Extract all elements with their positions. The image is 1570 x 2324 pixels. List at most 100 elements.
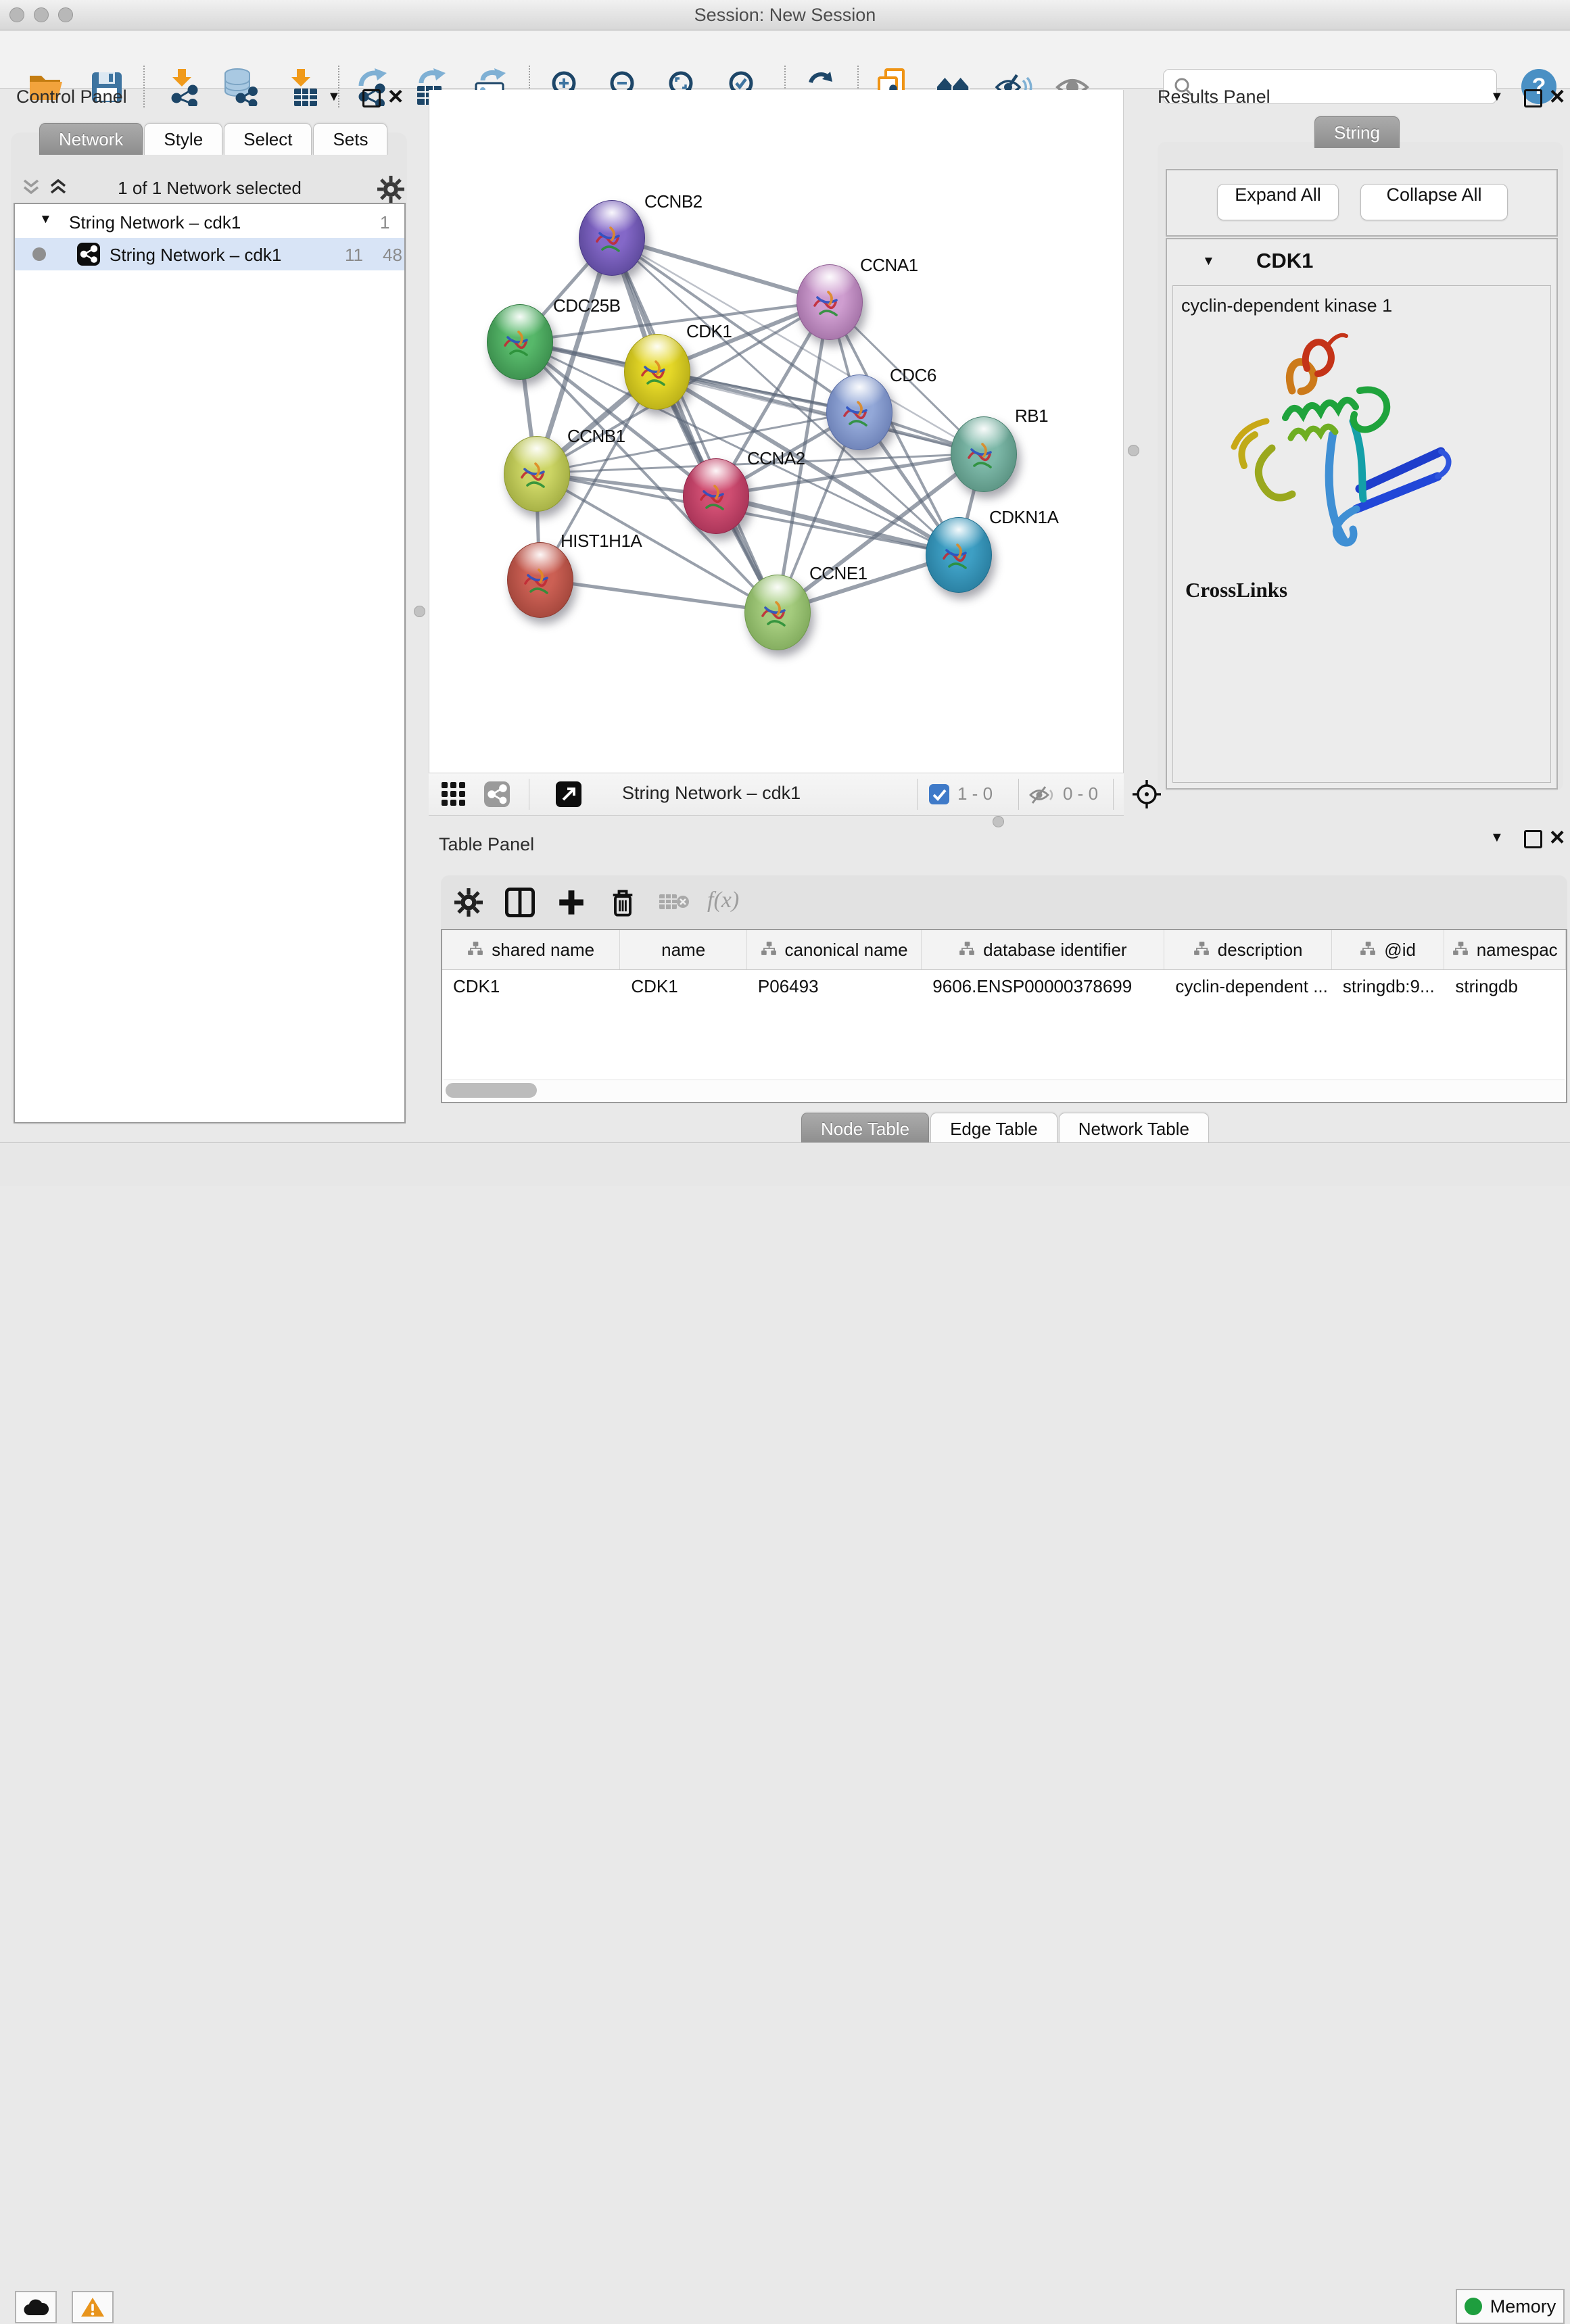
network-label: String Network – cdk1 [110, 245, 281, 266]
column-type-icon [1193, 940, 1210, 961]
column-header--id[interactable]: @id [1332, 930, 1445, 969]
memory-label: Memory [1490, 2296, 1556, 2317]
grid-view-icon[interactable] [441, 781, 467, 807]
delete-table-icon[interactable] [657, 886, 691, 919]
left-splitter-handle[interactable] [414, 606, 425, 617]
tab-style[interactable]: Style [144, 123, 222, 155]
tab-network[interactable]: Network [39, 123, 143, 155]
tab-node-table[interactable]: Node Table [801, 1113, 929, 1144]
tab-select[interactable]: Select [224, 123, 312, 155]
right-splitter-handle[interactable] [1128, 445, 1139, 456]
network-node-cdc25b[interactable] [487, 304, 553, 380]
status-bar: Memory [0, 1142, 1570, 1186]
column-header-canonical-name[interactable]: canonical name [747, 930, 922, 969]
title-bar: Session: New Session [0, 0, 1570, 30]
column-header-shared-name[interactable]: shared name [442, 930, 620, 969]
table-cell[interactable]: cyclin-dependent ... [1164, 970, 1331, 1002]
protein-thumbnail [962, 435, 1005, 478]
protein-thumbnail [498, 322, 542, 366]
network-collection-count: 1 [380, 212, 389, 233]
table-cell[interactable]: stringdb [1444, 970, 1566, 1002]
expand-all-icon[interactable] [49, 178, 68, 196]
column-header-description[interactable]: description [1164, 930, 1331, 969]
column-label: @id [1384, 940, 1416, 961]
show-columns-icon[interactable] [503, 886, 537, 919]
tree-expander-icon[interactable]: ▼ [39, 212, 52, 227]
crosslinks-title: CrossLinks [1185, 578, 1287, 602]
control-panel-float-icon[interactable] [362, 89, 381, 107]
results-panel-menu-icon[interactable]: ▼ [1490, 89, 1504, 105]
function-builder-button[interactable]: f(x) [707, 888, 739, 913]
table-cell[interactable]: stringdb:9... [1332, 970, 1445, 1002]
add-column-icon[interactable] [554, 886, 588, 919]
results-panel-close-icon[interactable]: × [1550, 87, 1565, 107]
network-node-ccne1[interactable] [744, 575, 811, 650]
table-panel-menu-icon[interactable]: ▼ [1490, 830, 1504, 846]
control-panel-title: Control Panel [16, 87, 127, 107]
network-node-ccnb2[interactable] [579, 200, 645, 276]
network-type-icon [77, 243, 100, 266]
control-panel-close-icon[interactable]: × [388, 87, 403, 107]
table-row[interactable]: CDK1CDK1P064939606.ENSP00000378699cyclin… [442, 970, 1566, 1002]
scrollbar-thumb[interactable] [446, 1083, 537, 1098]
collapse-all-icon[interactable] [22, 178, 41, 196]
memory-button[interactable]: Memory [1456, 2289, 1565, 2324]
network-node-ccnb1[interactable] [504, 436, 570, 512]
import-network-file-icon[interactable] [164, 68, 202, 106]
cloud-status-button[interactable] [15, 2291, 57, 2323]
column-header-namespac[interactable]: namespac [1444, 930, 1566, 969]
column-header-database-identifier[interactable]: database identifier [922, 930, 1164, 969]
import-table-file-icon[interactable] [283, 68, 321, 106]
expand-all-button[interactable]: Expand All [1217, 184, 1339, 220]
tab-string[interactable]: String [1314, 116, 1400, 148]
table-horizontal-scrollbar[interactable] [444, 1080, 1565, 1100]
tab-network-table[interactable]: Network Table [1059, 1113, 1209, 1144]
table-cell[interactable]: 9606.ENSP00000378699 [922, 970, 1164, 1002]
import-network-database-icon[interactable] [221, 68, 259, 106]
collapse-all-button[interactable]: Collapse All [1360, 184, 1508, 220]
tab-sets[interactable]: Sets [313, 123, 387, 155]
warnings-button[interactable] [72, 2291, 114, 2323]
network-options-gear-icon[interactable] [377, 176, 404, 203]
table-settings-gear-icon[interactable] [452, 886, 485, 919]
control-panel-tabs: NetworkStyleSelectSets [39, 123, 387, 155]
network-collection-row[interactable]: ▼ String Network – cdk1 1 [15, 207, 404, 238]
network-row-selected[interactable]: String Network – cdk1 11 48 [15, 238, 404, 270]
node-label-rb1: RB1 [1015, 406, 1048, 427]
network-node-cdkn1a[interactable] [926, 517, 992, 593]
network-node-ccna1[interactable] [796, 264, 863, 340]
results-panel-float-icon[interactable] [1524, 89, 1542, 107]
delete-column-icon[interactable] [606, 886, 640, 919]
selected-checkbox-icon[interactable] [929, 784, 949, 804]
network-canvas[interactable]: CCNB2CCNA1CDC25BCDK1CDC6RB1CCNB1CCNA2CDK… [429, 90, 1124, 773]
view-toolbar-separator [1113, 779, 1114, 810]
entry-expander-icon[interactable]: ▼ [1202, 254, 1215, 269]
table-panel-close-icon[interactable]: × [1550, 827, 1565, 848]
table-cell[interactable]: CDK1 [442, 970, 620, 1002]
table-panel-float-icon[interactable] [1524, 830, 1542, 848]
network-node-count: 11 [345, 245, 363, 266]
network-edges [429, 90, 1123, 773]
node-label-ccna2: CCNA2 [747, 448, 805, 469]
table-cell[interactable]: P06493 [747, 970, 922, 1002]
network-node-ccna2[interactable] [683, 458, 749, 534]
bottom-splitter-handle[interactable] [993, 816, 1004, 827]
tab-edge-table[interactable]: Edge Table [930, 1113, 1057, 1144]
column-type-icon [1452, 940, 1469, 961]
table-cell[interactable]: CDK1 [620, 970, 747, 1002]
column-type-icon [761, 940, 777, 961]
control-panel-menu-icon[interactable]: ▼ [327, 89, 341, 105]
entry-name: CDK1 [1256, 249, 1313, 273]
node-label-cdk1: CDK1 [686, 321, 732, 342]
network-view-icon[interactable] [484, 781, 510, 807]
entry-detail-box: cyclin-dependent kinase 1 CrossLinks Uni… [1172, 285, 1551, 783]
network-node-rb1[interactable] [951, 416, 1017, 492]
hidden-eye-icon[interactable] [1029, 784, 1057, 806]
column-header-name[interactable]: name [620, 930, 747, 969]
network-node-hist1h1a[interactable] [507, 542, 573, 618]
protein-structure-image [1191, 326, 1461, 563]
column-type-icon [467, 940, 483, 961]
network-node-cdc6[interactable] [826, 374, 893, 450]
network-node-cdk1[interactable] [624, 334, 690, 410]
detach-view-icon[interactable] [556, 781, 581, 807]
